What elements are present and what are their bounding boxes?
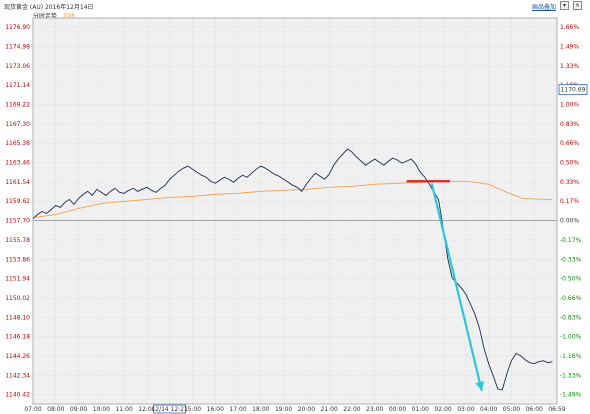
x-tick: 00:00: [389, 406, 406, 413]
y-right-tick: 0.83%: [560, 121, 579, 128]
y-right-tick: -0.50%: [560, 276, 582, 283]
y-right-tick: 1.00%: [560, 101, 579, 108]
y-left-tick: 1163.46: [5, 160, 30, 167]
y-right-tick: 0.66%: [560, 140, 579, 147]
y-left-tick: 1151.94: [5, 276, 30, 283]
y-right-tick: 0.33%: [560, 179, 579, 186]
intraday-chart[interactable]: 1176.90 1.66% 1174.98 1.49% 1173.06 1.33% 1171…: [0, 0, 590, 414]
y-right-tick: -0.33%: [560, 256, 582, 263]
x-tick: 18:00: [252, 406, 269, 413]
y-left-tick: 1144.26: [5, 353, 30, 360]
y-left-tick: 1167.30: [5, 121, 30, 128]
x-tick: 06:59: [548, 406, 565, 413]
x-tick: 02:00: [434, 406, 451, 413]
y-left-tick: 1161.54: [5, 179, 30, 186]
y-right-tick: -1.16%: [560, 353, 582, 360]
y-left-tick: 1140.42: [5, 392, 30, 399]
y-left-tick: 1146.18: [5, 334, 30, 341]
y-left-tick: 1153.86: [5, 256, 30, 263]
y-left-tick: 1171.14: [5, 82, 30, 89]
x-tick: 12/14 12:21: [151, 406, 188, 413]
current-price-label: 1170.69: [561, 87, 586, 94]
y-right-tick: -1.33%: [560, 372, 582, 379]
x-tick: 20:00: [298, 406, 315, 413]
x-tick: 03:00: [457, 406, 474, 413]
y-right-tick: 1.33%: [560, 63, 579, 70]
y-right-tick: 0.50%: [560, 160, 579, 167]
y-left-tick: 1155.78: [5, 237, 30, 244]
y-left-tick: 1148.10: [5, 314, 30, 321]
x-tick: 10:00: [93, 406, 110, 413]
x-tick: 17:00: [229, 406, 246, 413]
x-tick: 01:00: [412, 406, 429, 413]
x-tick: 08:00: [47, 406, 64, 413]
x-tick: 21:00: [321, 406, 338, 413]
x-tick: 22:00: [343, 406, 360, 413]
y-left-tick: 1169.22: [5, 101, 30, 108]
y-right-tick: 0.00%: [560, 218, 579, 225]
x-tick: 16:00: [207, 406, 224, 413]
y-right-tick: 1.49%: [560, 43, 579, 50]
x-tick: 05:00: [503, 406, 520, 413]
y-left-tick: 1150.02: [5, 295, 30, 302]
x-tick: 04:00: [480, 406, 497, 413]
y-right-tick: 0.17%: [560, 198, 579, 205]
y-right-tick: -0.17%: [560, 237, 582, 244]
x-tick: 11:00: [115, 406, 132, 413]
x-tick: 19:00: [275, 406, 292, 413]
y-left-tick: 1173.06: [5, 63, 30, 70]
y-left-tick: 1176.90: [5, 24, 30, 31]
x-tick: 06:00: [526, 406, 543, 413]
y-left-tick: 1165.38: [5, 140, 30, 147]
y-right-tick: -1.00%: [560, 334, 582, 341]
plot-area: [33, 18, 557, 404]
x-tick: 09:00: [70, 406, 87, 413]
x-tick: 15:00: [184, 406, 201, 413]
y-right-tick: -0.83%: [560, 314, 582, 321]
y-left-tick: 1159.62: [5, 198, 30, 205]
x-tick: 07:00: [24, 406, 41, 413]
y-right-tick: -0.66%: [560, 295, 582, 302]
y-left-tick: 1174.98: [5, 43, 30, 50]
y-left-tick: 1142.34: [5, 372, 30, 379]
x-tick: 23:00: [366, 406, 383, 413]
y-right-tick: -1.49%: [560, 392, 582, 399]
y-left-tick: 1157.70: [5, 218, 30, 225]
y-right-tick: 1.66%: [560, 24, 579, 31]
